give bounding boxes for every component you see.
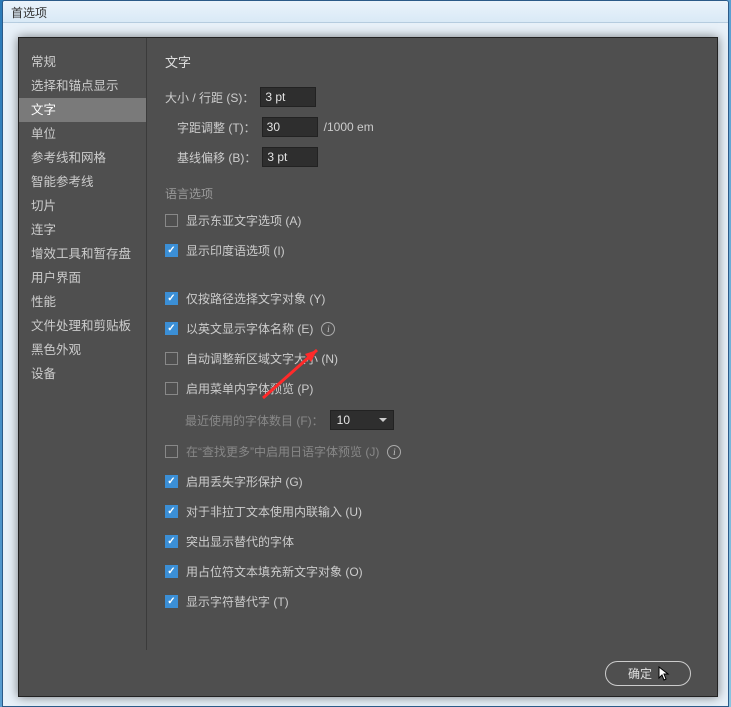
sidebar-item-5[interactable]: 智能参考线 xyxy=(19,170,146,194)
sidebar-item-10[interactable]: 性能 xyxy=(19,290,146,314)
window-titlebar: 首选项 xyxy=(3,1,728,23)
baseline-row: 基线偏移 (B)： xyxy=(177,147,699,167)
inline-input-label: 对于非拉丁文本使用内联输入 (U) xyxy=(186,503,362,520)
sidebar-item-1[interactable]: 选择和锚点显示 xyxy=(19,74,146,98)
sidebar-item-8[interactable]: 增效工具和暂存盘 xyxy=(19,242,146,266)
size-label: 大小 / 行距 (S)： xyxy=(165,89,254,106)
path-only-checkbox[interactable] xyxy=(165,292,178,305)
sidebar-item-7[interactable]: 连字 xyxy=(19,218,146,242)
show-alt-row[interactable]: 显示字符替代字 (T) xyxy=(165,593,699,610)
sidebar-item-4[interactable]: 参考线和网格 xyxy=(19,146,146,170)
indic-label: 显示印度语选项 (I) xyxy=(186,242,285,259)
menu-preview-label: 启用菜单内字体预览 (P) xyxy=(186,380,313,397)
missing-glyph-row[interactable]: 启用丢失字形保护 (G) xyxy=(165,473,699,490)
placeholder-fill-label: 用占位符文本填充新文字对象 (O) xyxy=(186,563,363,580)
missing-glyph-label: 启用丢失字形保护 (G) xyxy=(186,473,303,490)
size-input[interactable] xyxy=(260,87,316,107)
kerning-input[interactable] xyxy=(262,117,318,137)
jp-preview-row[interactable]: 在“查找更多”中启用日语字体预览 (J) i xyxy=(165,443,699,460)
baseline-label: 基线偏移 (B)： xyxy=(177,149,256,166)
jp-preview-checkbox[interactable] xyxy=(165,445,178,458)
east-asian-label: 显示东亚文字选项 (A) xyxy=(186,212,301,229)
sidebar-item-6[interactable]: 切片 xyxy=(19,194,146,218)
recent-fonts-row: 最近使用的字体数目 (F)： 10 xyxy=(185,410,699,430)
sidebar-item-11[interactable]: 文件处理和剪贴板 xyxy=(19,314,146,338)
dialog-body: 常规选择和锚点显示文字单位参考线和网格智能参考线切片连字增效工具和暂存盘用户界面… xyxy=(19,38,717,650)
highlight-alt-row[interactable]: 突出显示替代的字体 xyxy=(165,533,699,550)
sidebar-item-9[interactable]: 用户界面 xyxy=(19,266,146,290)
ok-button[interactable]: 确定 xyxy=(605,661,691,686)
indic-checkbox[interactable] xyxy=(165,244,178,257)
sidebar-item-3[interactable]: 单位 xyxy=(19,122,146,146)
path-only-row[interactable]: 仅按路径选择文字对象 (Y) xyxy=(165,290,699,307)
recent-fonts-value: 10 xyxy=(337,413,350,427)
placeholder-fill-row[interactable]: 用占位符文本填充新文字对象 (O) xyxy=(165,563,699,580)
menu-preview-row[interactable]: 启用菜单内字体预览 (P) xyxy=(165,380,699,397)
english-names-row[interactable]: 以英文显示字体名称 (E) i xyxy=(165,320,699,337)
indic-row[interactable]: 显示印度语选项 (I) xyxy=(165,242,699,259)
menu-preview-checkbox[interactable] xyxy=(165,382,178,395)
show-alt-label: 显示字符替代字 (T) xyxy=(186,593,289,610)
auto-size-checkbox[interactable] xyxy=(165,352,178,365)
highlight-alt-checkbox[interactable] xyxy=(165,535,178,548)
sidebar-item-2[interactable]: 文字 xyxy=(19,98,146,122)
sidebar-item-12[interactable]: 黑色外观 xyxy=(19,338,146,362)
preferences-dialog: 常规选择和锚点显示文字单位参考线和网格智能参考线切片连字增效工具和暂存盘用户界面… xyxy=(18,37,718,697)
size-row: 大小 / 行距 (S)： xyxy=(165,87,699,107)
recent-fonts-label: 最近使用的字体数目 (F)： xyxy=(185,412,324,429)
kerning-label: 字距调整 (T)： xyxy=(177,119,256,136)
sidebar-item-13[interactable]: 设备 xyxy=(19,362,146,386)
english-names-checkbox[interactable] xyxy=(165,322,178,335)
kerning-unit: /1000 em xyxy=(324,120,374,134)
east-asian-row[interactable]: 显示东亚文字选项 (A) xyxy=(165,212,699,229)
recent-fonts-select[interactable]: 10 xyxy=(330,410,394,430)
sidebar-item-0[interactable]: 常规 xyxy=(19,50,146,74)
east-asian-checkbox[interactable] xyxy=(165,214,178,227)
placeholder-fill-checkbox[interactable] xyxy=(165,565,178,578)
inline-input-checkbox[interactable] xyxy=(165,505,178,518)
sidebar: 常规选择和锚点显示文字单位参考线和网格智能参考线切片连字增效工具和暂存盘用户界面… xyxy=(19,38,147,650)
english-names-label: 以英文显示字体名称 (E) xyxy=(186,320,313,337)
cursor-icon xyxy=(658,666,668,680)
show-alt-checkbox[interactable] xyxy=(165,595,178,608)
highlight-alt-label: 突出显示替代的字体 xyxy=(186,533,294,550)
content-panel: 文字 大小 / 行距 (S)： 字距调整 (T)： /1000 em 基线偏移 … xyxy=(147,38,717,650)
ok-button-label: 确定 xyxy=(628,665,652,682)
kerning-row: 字距调整 (T)： /1000 em xyxy=(177,117,699,137)
auto-size-label: 自动调整新区域文字大小 (N) xyxy=(186,350,338,367)
path-only-label: 仅按路径选择文字对象 (Y) xyxy=(186,290,325,307)
panel-title: 文字 xyxy=(165,52,699,71)
info-icon[interactable]: i xyxy=(321,322,335,336)
auto-size-row[interactable]: 自动调整新区域文字大小 (N) xyxy=(165,350,699,367)
window-title: 首选项 xyxy=(11,6,47,20)
missing-glyph-checkbox[interactable] xyxy=(165,475,178,488)
info-icon[interactable]: i xyxy=(387,445,401,459)
outer-window: 首选项 常规选择和锚点显示文字单位参考线和网格智能参考线切片连字增效工具和暂存盘… xyxy=(2,0,729,707)
jp-preview-label: 在“查找更多”中启用日语字体预览 (J) xyxy=(186,443,379,460)
baseline-input[interactable] xyxy=(262,147,318,167)
lang-group-title: 语言选项 xyxy=(165,185,699,202)
button-bar: 确定 xyxy=(19,650,717,696)
inline-input-row[interactable]: 对于非拉丁文本使用内联输入 (U) xyxy=(165,503,699,520)
